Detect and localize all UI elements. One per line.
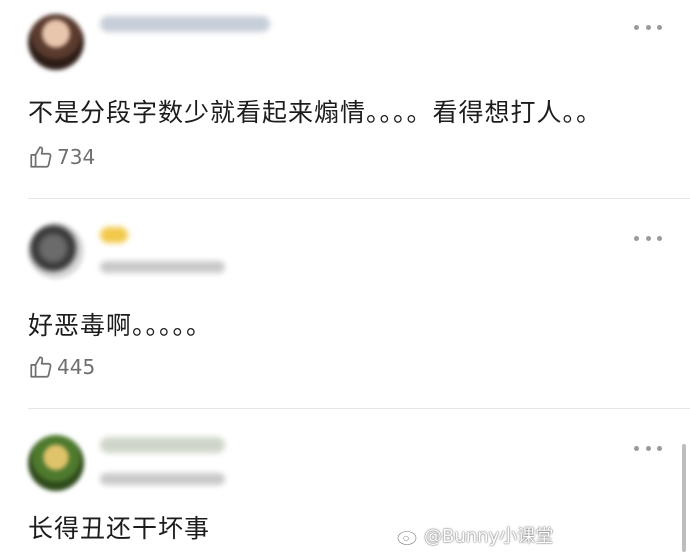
username[interactable] bbox=[100, 437, 225, 453]
scrollbar[interactable] bbox=[682, 444, 686, 552]
username[interactable] bbox=[100, 16, 270, 32]
more-options-button[interactable] bbox=[634, 443, 662, 453]
thumbs-up-icon bbox=[30, 146, 52, 168]
more-dots-icon bbox=[645, 235, 651, 241]
thumbs-up-icon bbox=[30, 356, 52, 378]
comment-text: 好恶毒啊。。。。。 bbox=[28, 311, 213, 340]
more-dots-icon bbox=[657, 445, 662, 451]
more-dots-icon bbox=[645, 24, 651, 30]
more-dots-icon bbox=[657, 24, 662, 30]
more-options-button[interactable] bbox=[634, 233, 662, 243]
comment-item: 好恶毒啊。。。。。 445 bbox=[0, 199, 690, 408]
watermark: @Bunny小课堂 bbox=[396, 520, 553, 550]
more-options-button[interactable] bbox=[634, 22, 662, 32]
watermark-text: @Bunny小课堂 bbox=[424, 526, 554, 547]
avatar[interactable] bbox=[28, 14, 84, 70]
avatar[interactable] bbox=[28, 223, 84, 279]
more-dots-icon bbox=[657, 235, 662, 241]
username[interactable] bbox=[100, 227, 128, 243]
comment-item: 不是分段字数少就看起来煽情。。。。看得想打人。。 734 bbox=[0, 0, 690, 198]
like-count: 445 bbox=[57, 355, 96, 379]
like-count: 734 bbox=[57, 145, 96, 169]
comment-text: 长得丑还干坏事 bbox=[28, 514, 211, 543]
avatar[interactable] bbox=[28, 435, 84, 491]
comment-text: 不是分段字数少就看起来煽情。。。。看得想打人。。 bbox=[28, 98, 603, 127]
comment-meta bbox=[100, 261, 225, 273]
like-button[interactable]: 445 bbox=[28, 354, 95, 380]
more-dots-icon bbox=[645, 445, 651, 451]
comment-item: 长得丑还干坏事 bbox=[0, 409, 690, 554]
more-dots-icon bbox=[634, 24, 639, 30]
like-button[interactable]: 734 bbox=[28, 144, 95, 170]
comment-meta bbox=[100, 473, 225, 485]
more-dots-icon bbox=[634, 445, 639, 451]
weibo-logo-icon bbox=[397, 526, 420, 546]
more-dots-icon bbox=[634, 235, 639, 241]
